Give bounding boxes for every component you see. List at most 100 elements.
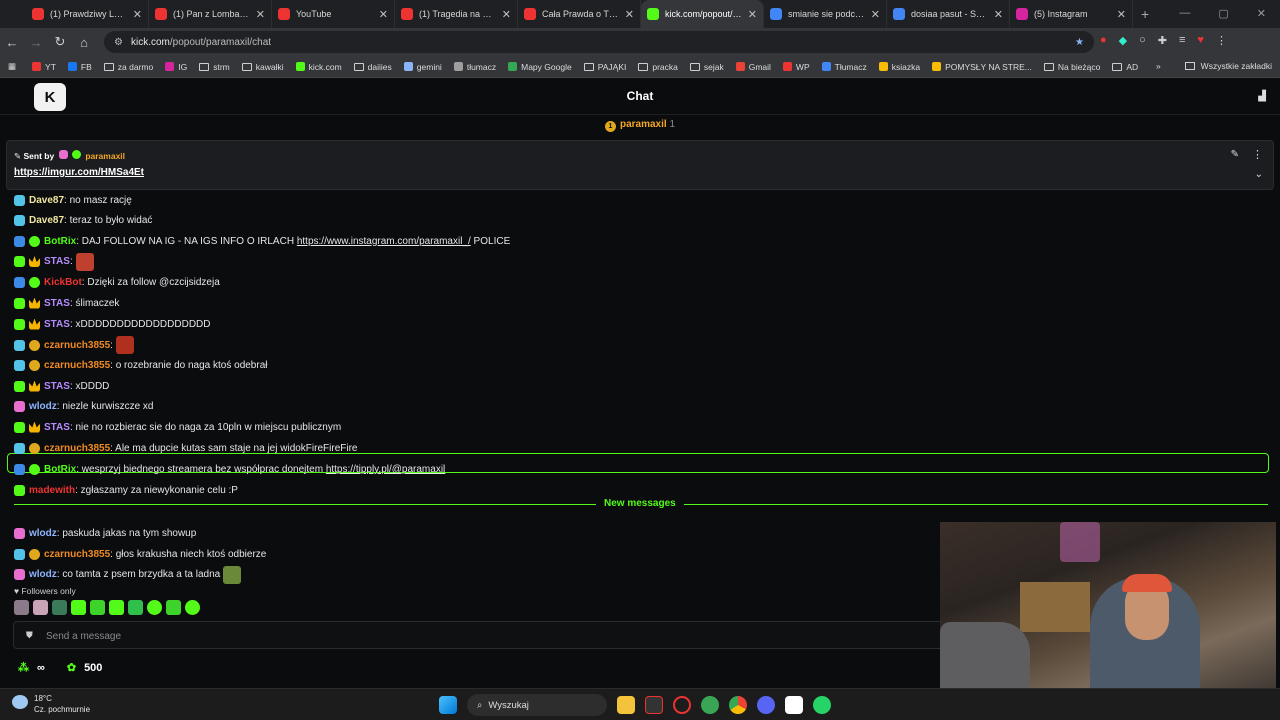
- chat-username[interactable]: czarnuch3855: [44, 443, 110, 454]
- kicks-icon[interactable]: ⁂: [18, 661, 29, 674]
- extension-icon[interactable]: ◆: [1119, 34, 1127, 47]
- new-tab-button[interactable]: +: [1141, 6, 1149, 22]
- browser-tab[interactable]: (1) Tragedia na krako ✕: [395, 0, 518, 28]
- file-explorer-icon[interactable]: [617, 696, 635, 714]
- chat-username[interactable]: czarnuch3855: [44, 549, 110, 560]
- close-window-icon[interactable]: ✕: [1257, 7, 1266, 20]
- chat-username[interactable]: Dave87: [29, 215, 64, 226]
- close-tab-icon[interactable]: ✕: [625, 8, 634, 21]
- emote-icon[interactable]: [185, 600, 200, 615]
- chat-username[interactable]: madewith: [29, 485, 75, 496]
- media-icon[interactable]: ≡: [1179, 34, 1185, 47]
- app-icon[interactable]: [645, 696, 663, 714]
- top-gifter-user[interactable]: paramaxil: [620, 119, 667, 130]
- chat-username[interactable]: wlodz: [29, 569, 57, 580]
- site-info-icon[interactable]: ⚙: [114, 37, 123, 48]
- emote-icon[interactable]: [109, 600, 124, 615]
- profile-avatar[interactable]: ♥: [1197, 34, 1204, 47]
- bookmark-item[interactable]: pracka: [632, 62, 684, 72]
- chrome-icon[interactable]: [729, 696, 747, 714]
- chat-username[interactable]: STAS: [44, 319, 70, 330]
- unpin-icon[interactable]: ✎: [1231, 149, 1239, 160]
- bookmark-item[interactable]: kick.com: [290, 62, 348, 72]
- minimize-icon[interactable]: —: [1179, 7, 1190, 20]
- browser-tab[interactable]: kick.com/popout/par ✕: [641, 0, 764, 28]
- bookmark-item[interactable]: Tłumacz: [816, 62, 873, 72]
- extensions-puzzle-icon[interactable]: ✚: [1158, 34, 1167, 47]
- bookmark-item[interactable]: Mapy Google: [502, 62, 578, 72]
- extension-icon[interactable]: ○: [1139, 34, 1146, 47]
- chevron-right-icon[interactable]: »: [1156, 61, 1161, 71]
- discord-icon[interactable]: [757, 696, 775, 714]
- capcut-icon[interactable]: [785, 696, 803, 714]
- close-tab-icon[interactable]: ✕: [133, 8, 142, 21]
- apps-grid-icon[interactable]: ▦: [8, 61, 16, 72]
- browser-tab[interactable]: (1) Prawdziwy Lomba ✕: [26, 0, 149, 28]
- close-tab-icon[interactable]: ✕: [256, 8, 265, 21]
- emote-icon[interactable]: [90, 600, 105, 615]
- chat-username[interactable]: STAS: [44, 298, 70, 309]
- chat-link[interactable]: https://tipply.pl/@paramaxil: [326, 464, 445, 475]
- bookmark-item[interactable]: YT: [26, 62, 62, 72]
- chat-username[interactable]: BotRix: [44, 464, 76, 475]
- browser-tab[interactable]: YouTube ✕: [272, 0, 395, 28]
- bookmark-item[interactable]: Na bieżąco: [1038, 62, 1107, 72]
- send-message-input[interactable]: [46, 627, 926, 645]
- points-icon[interactable]: ✿: [67, 661, 76, 674]
- chat-username[interactable]: STAS: [44, 422, 70, 433]
- close-tab-icon[interactable]: ✕: [379, 8, 388, 21]
- bookmark-item[interactable]: sejak: [684, 62, 730, 72]
- weather-widget[interactable]: 18°C Cz. pochmurnie: [12, 693, 90, 715]
- bookmark-item[interactable]: strm: [193, 62, 236, 72]
- bookmark-item[interactable]: kawałki: [236, 62, 290, 72]
- whatsapp-icon[interactable]: [813, 696, 831, 714]
- bookmark-item[interactable]: ksiazka: [873, 62, 926, 72]
- chat-username[interactable]: wlodz: [29, 401, 57, 412]
- bookmark-item[interactable]: AD: [1106, 62, 1144, 72]
- chat-username[interactable]: wlodz: [29, 528, 57, 539]
- more-options-icon[interactable]: ⋮: [1252, 148, 1263, 161]
- taskbar-search[interactable]: ⌕ Wyszukaj: [467, 694, 607, 716]
- vpn-icon[interactable]: [701, 696, 719, 714]
- browser-tab[interactable]: (5) Instagram ✕: [1010, 0, 1133, 28]
- emote-icon[interactable]: [33, 600, 48, 615]
- chat-username[interactable]: czarnuch3855: [44, 340, 110, 351]
- pinned-sender[interactable]: paramaxil: [85, 151, 125, 161]
- forward-icon[interactable]: →: [24, 35, 48, 50]
- bookmark-item[interactable]: tłumacz: [448, 62, 502, 72]
- home-icon[interactable]: ⌂: [72, 35, 96, 50]
- bookmark-item[interactable]: IG: [159, 62, 193, 72]
- leaderboard-icon[interactable]: ▟: [1258, 91, 1266, 102]
- emote-icon[interactable]: [147, 600, 162, 615]
- close-tab-icon[interactable]: ✕: [748, 8, 757, 21]
- chat-username[interactable]: STAS: [44, 381, 70, 392]
- pinned-link[interactable]: https://imgur.com/HMSa4Et: [14, 167, 144, 178]
- chat-username[interactable]: czarnuch3855: [44, 360, 110, 371]
- emote-icon[interactable]: [71, 600, 86, 615]
- emote-icon[interactable]: [128, 600, 143, 615]
- opera-icon[interactable]: [673, 696, 691, 714]
- browser-tab[interactable]: dosiaa pasut - Szukaj ✕: [887, 0, 1010, 28]
- bookmark-item[interactable]: WP: [777, 62, 816, 72]
- browser-tab[interactable]: Cała Prawda o TRZEZ ✕: [518, 0, 641, 28]
- bookmark-item[interactable]: POMYSŁY NA STRE...: [926, 62, 1038, 72]
- chat-username[interactable]: BotRix: [44, 236, 76, 247]
- bookmark-item[interactable]: daiiies: [348, 62, 398, 72]
- bookmark-item[interactable]: gemini: [398, 62, 448, 72]
- emote-icon[interactable]: [166, 600, 181, 615]
- menu-icon[interactable]: ⋮: [1216, 34, 1227, 47]
- emote-icon[interactable]: [52, 600, 67, 615]
- chat-username[interactable]: STAS: [44, 256, 70, 267]
- back-icon[interactable]: ←: [0, 35, 24, 50]
- all-bookmarks[interactable]: » Wszystkie zakładki: [1156, 61, 1272, 71]
- emote-icon[interactable]: [14, 600, 29, 615]
- address-bar[interactable]: ⚙ kick.com/popout/paramaxil/chat ★: [104, 31, 1094, 53]
- chevron-down-icon[interactable]: ⌄: [1255, 169, 1263, 180]
- chat-username[interactable]: KickBot: [44, 277, 82, 288]
- browser-tab[interactable]: smianie sie podczas p ✕: [764, 0, 887, 28]
- chat-link[interactable]: https://www.instagram.com/paramaxil_/: [297, 236, 471, 247]
- close-tab-icon[interactable]: ✕: [871, 8, 880, 21]
- bookmark-item[interactable]: za darmo: [98, 62, 159, 72]
- maximize-icon[interactable]: ▢: [1218, 7, 1228, 20]
- close-tab-icon[interactable]: ✕: [1117, 8, 1126, 21]
